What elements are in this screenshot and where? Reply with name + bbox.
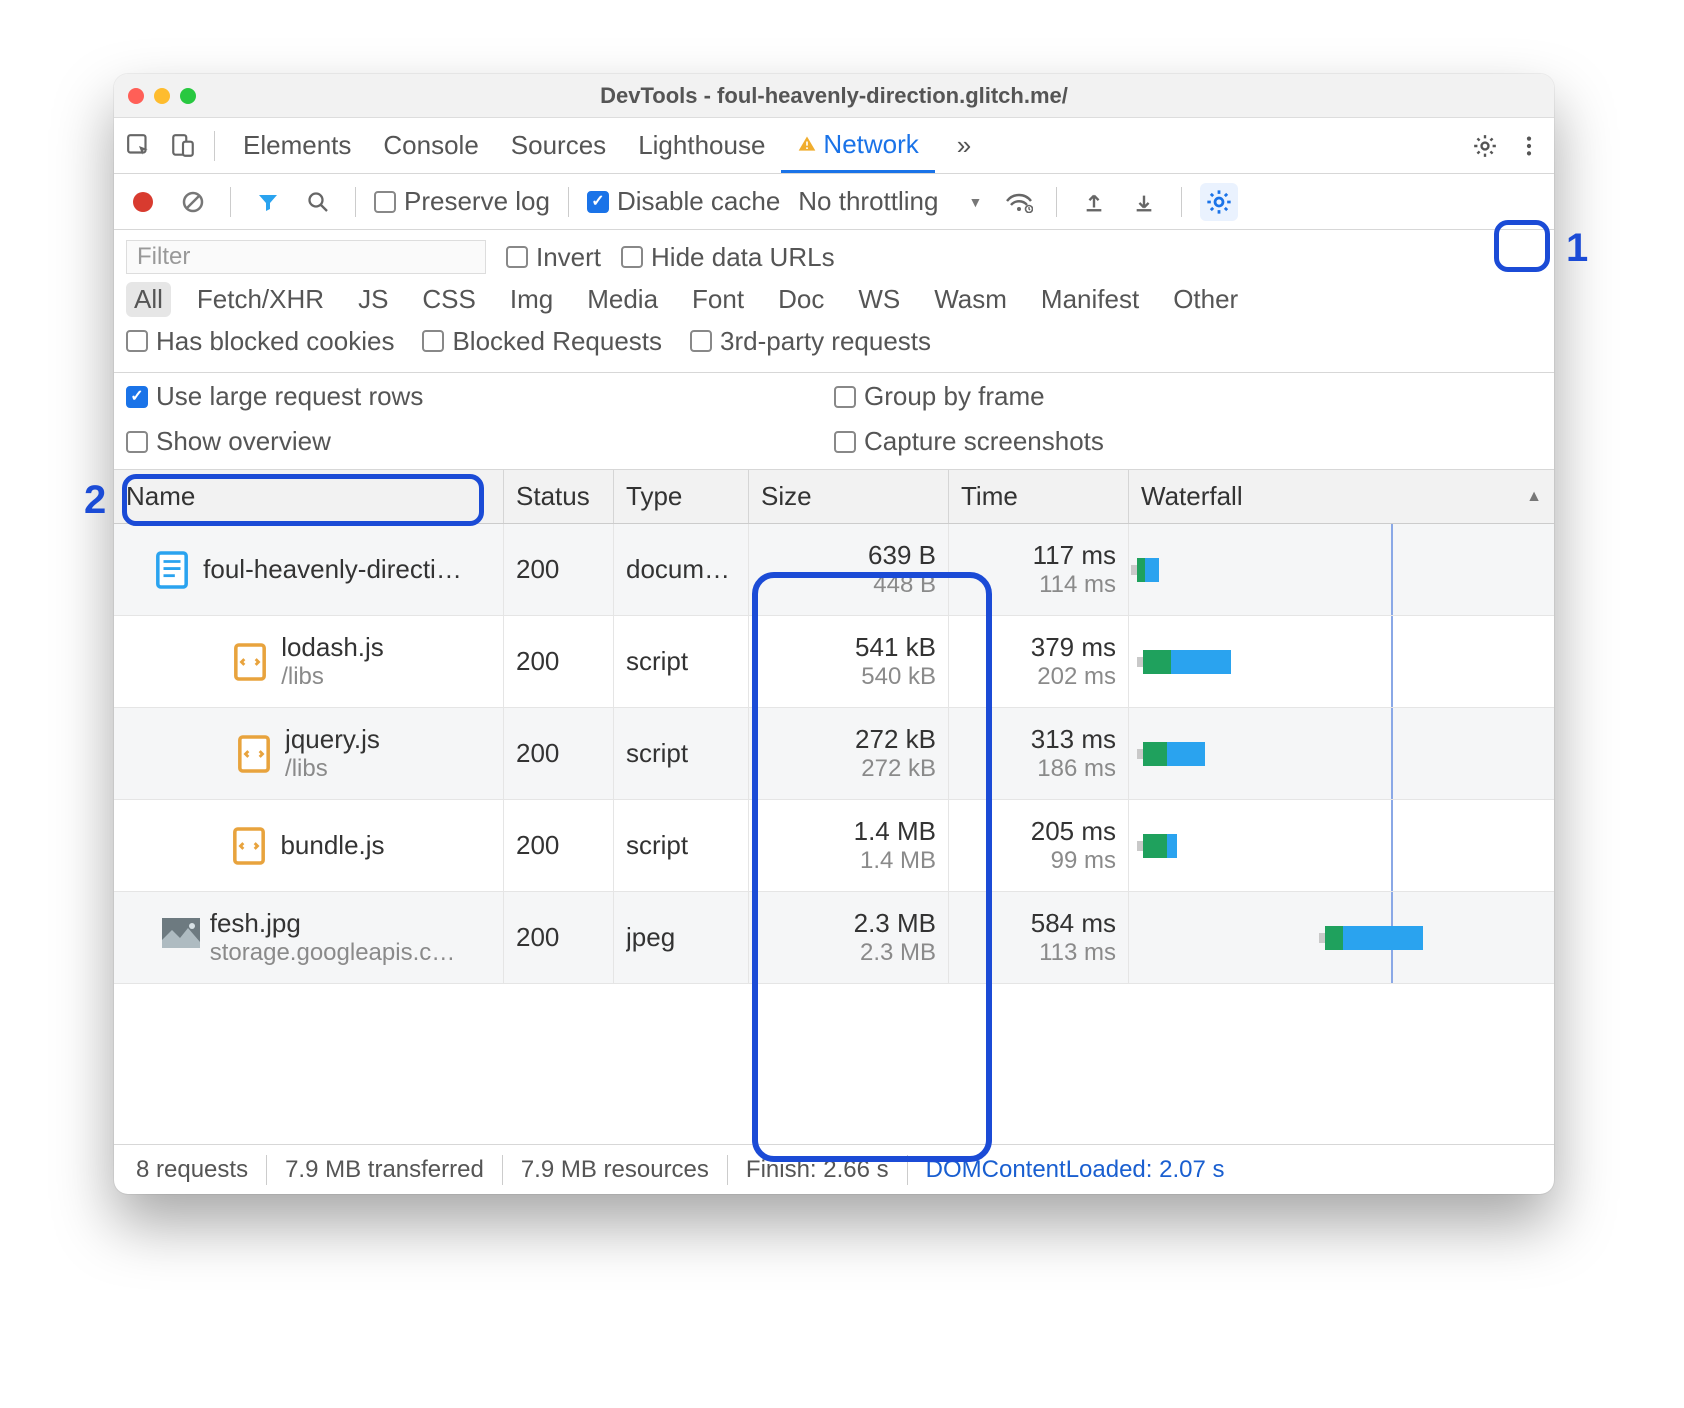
col-type[interactable]: Type	[614, 470, 749, 523]
request-name: jquery.js	[285, 724, 380, 755]
disable-cache-checkbox[interactable]: Disable cache	[587, 186, 780, 217]
filter-chip-img[interactable]: Img	[502, 282, 561, 317]
third-party-checkbox[interactable]: 3rd-party requests	[690, 326, 931, 357]
invert-checkbox[interactable]: Invert	[506, 242, 601, 273]
filter-chip-doc[interactable]: Doc	[770, 282, 832, 317]
tab-sources[interactable]: Sources	[495, 118, 622, 173]
filter-chip-css[interactable]: CSS	[414, 282, 483, 317]
img-file-icon	[162, 918, 196, 958]
kebab-menu-icon[interactable]	[1510, 127, 1548, 165]
status-resources: 7.9 MB resources	[503, 1155, 728, 1185]
devtools-window: DevTools - foul-heavenly-direction.glitc…	[114, 74, 1554, 1194]
js-file-icon	[232, 826, 266, 866]
filter-toggle-icon[interactable]	[249, 183, 287, 221]
capture-screenshots-checkbox[interactable]: Capture screenshots	[834, 426, 1542, 457]
export-har-icon[interactable]	[1125, 183, 1163, 221]
request-path: /libs	[285, 755, 380, 783]
table-row[interactable]: jquery.js/libs200script272 kB272 kB313 m…	[114, 708, 1554, 800]
filter-chip-manifest[interactable]: Manifest	[1033, 282, 1147, 317]
panel-tabs: ElementsConsoleSourcesLighthouseNetwork …	[114, 118, 1554, 174]
network-conditions-icon[interactable]	[1000, 183, 1038, 221]
inspect-element-icon[interactable]	[120, 127, 158, 165]
waterfall-cell	[1129, 616, 1554, 707]
network-toolbar: Preserve log Disable cache No throttling…	[114, 174, 1554, 230]
titlebar: DevTools - foul-heavenly-direction.glitc…	[114, 74, 1554, 118]
callout-1: 1	[1566, 226, 1588, 271]
status-requests: 8 requests	[118, 1155, 267, 1185]
col-status[interactable]: Status	[504, 470, 614, 523]
waterfall-cell	[1129, 524, 1554, 615]
col-waterfall[interactable]: Waterfall▲	[1129, 470, 1554, 523]
filter-chip-ws[interactable]: WS	[850, 282, 908, 317]
search-icon[interactable]	[299, 183, 337, 221]
requests-table: Name Status Type Size Time Waterfall▲ fo…	[114, 470, 1554, 1144]
blocked-requests-checkbox[interactable]: Blocked Requests	[422, 326, 662, 357]
settings-gear-icon[interactable]	[1466, 127, 1504, 165]
clear-button[interactable]	[174, 183, 212, 221]
tab-lighthouse[interactable]: Lighthouse	[622, 118, 781, 173]
request-name: foul-heavenly-directi…	[203, 554, 462, 585]
record-button[interactable]	[124, 183, 162, 221]
waterfall-cell	[1129, 800, 1554, 891]
blocked-cookies-checkbox[interactable]: Has blocked cookies	[126, 326, 394, 357]
waterfall-cell	[1129, 892, 1554, 983]
table-row[interactable]: foul-heavenly-directi…200docum…639 B448 …	[114, 524, 1554, 616]
device-toolbar-icon[interactable]	[164, 127, 202, 165]
chevron-down-icon: ▼	[968, 194, 982, 210]
import-har-icon[interactable]	[1075, 183, 1113, 221]
filter-chip-fetchxhr[interactable]: Fetch/XHR	[189, 282, 332, 317]
network-settings: Use large request rows Group by frame Sh…	[114, 373, 1554, 470]
request-path: storage.googleapis.c…	[210, 939, 455, 967]
filter-chip-js[interactable]: JS	[350, 282, 396, 317]
tab-more[interactable]: »	[941, 118, 987, 173]
doc-file-icon	[155, 550, 189, 590]
sort-asc-icon: ▲	[1526, 488, 1542, 506]
status-dcl: DOMContentLoaded: 2.07 s	[908, 1155, 1243, 1185]
js-file-icon	[237, 734, 271, 774]
filter-chip-all[interactable]: All	[126, 282, 171, 317]
col-size[interactable]: Size	[749, 470, 949, 523]
filter-chip-other[interactable]: Other	[1165, 282, 1246, 317]
filter-input[interactable]: Filter	[126, 240, 486, 274]
traffic-lights	[128, 88, 196, 104]
request-name: lodash.js	[281, 632, 384, 663]
tab-console[interactable]: Console	[367, 118, 494, 173]
filter-chip-media[interactable]: Media	[579, 282, 666, 317]
tab-elements[interactable]: Elements	[227, 118, 367, 173]
status-transferred: 7.9 MB transferred	[267, 1155, 503, 1185]
show-overview-checkbox[interactable]: Show overview	[126, 426, 834, 457]
request-name: bundle.js	[280, 830, 384, 861]
request-name: fesh.jpg	[210, 908, 455, 939]
filter-section: Filter Invert Hide data URLs All Fetch/XH…	[114, 230, 1554, 373]
tab-network[interactable]: Network	[781, 118, 934, 173]
filter-chip-wasm[interactable]: Wasm	[926, 282, 1015, 317]
table-row[interactable]: fesh.jpgstorage.googleapis.c…200jpeg2.3 …	[114, 892, 1554, 984]
col-time[interactable]: Time	[949, 470, 1129, 523]
table-row[interactable]: lodash.js/libs200script541 kB540 kB379 m…	[114, 616, 1554, 708]
request-path: /libs	[281, 663, 384, 691]
status-bar: 8 requests 7.9 MB transferred 7.9 MB res…	[114, 1144, 1554, 1194]
callout-2: 2	[84, 478, 106, 523]
zoom-window-button[interactable]	[180, 88, 196, 104]
network-settings-gear-icon[interactable]	[1200, 183, 1238, 221]
close-window-button[interactable]	[128, 88, 144, 104]
js-file-icon	[233, 642, 267, 682]
hide-data-urls-checkbox[interactable]: Hide data URLs	[621, 242, 835, 273]
col-name[interactable]: Name	[114, 470, 504, 523]
window-title: DevTools - foul-heavenly-direction.glitc…	[114, 83, 1554, 109]
throttling-select[interactable]: No throttling ▼	[792, 184, 988, 219]
waterfall-cell	[1129, 708, 1554, 799]
large-rows-checkbox[interactable]: Use large request rows	[126, 381, 834, 412]
status-finish: Finish: 2.66 s	[728, 1155, 908, 1185]
minimize-window-button[interactable]	[154, 88, 170, 104]
preserve-log-checkbox[interactable]: Preserve log	[374, 186, 550, 217]
table-row[interactable]: bundle.js200script1.4 MB1.4 MB205 ms99 m…	[114, 800, 1554, 892]
filter-chip-font[interactable]: Font	[684, 282, 752, 317]
group-by-frame-checkbox[interactable]: Group by frame	[834, 381, 1542, 412]
table-header: Name Status Type Size Time Waterfall▲	[114, 470, 1554, 524]
